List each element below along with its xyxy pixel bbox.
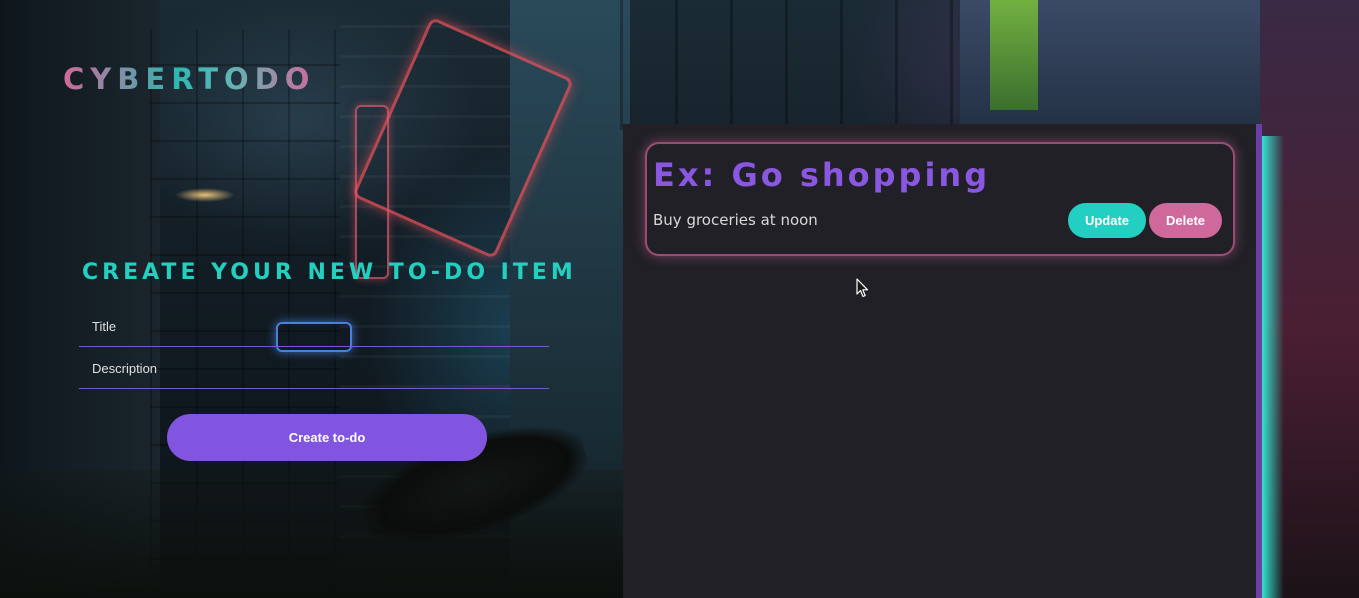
mouse-pointer-icon: [856, 278, 869, 298]
todo-title: Ex: Go shopping: [653, 156, 991, 194]
title-input[interactable]: [79, 307, 549, 346]
delete-button[interactable]: Delete: [1149, 203, 1222, 238]
todo-card: Ex: Go shopping Buy groceries at noon Up…: [645, 142, 1235, 256]
background-building: [620, 0, 980, 130]
description-input[interactable]: [79, 349, 549, 388]
todo-description: Buy groceries at noon: [653, 211, 818, 229]
panel-neon-glow: [1262, 136, 1284, 598]
create-form-heading: CREATE YOUR NEW TO-DO ITEM: [82, 260, 577, 285]
app-logo: CYBERTODO: [63, 62, 316, 96]
title-field: [79, 307, 549, 347]
neon-billboard: [990, 0, 1038, 110]
description-field: [79, 349, 549, 389]
neon-vertical-sign: [355, 105, 389, 279]
create-todo-button[interactable]: Create to-do: [167, 414, 487, 461]
street-lamp-glow: [175, 188, 235, 202]
update-button[interactable]: Update: [1068, 203, 1146, 238]
